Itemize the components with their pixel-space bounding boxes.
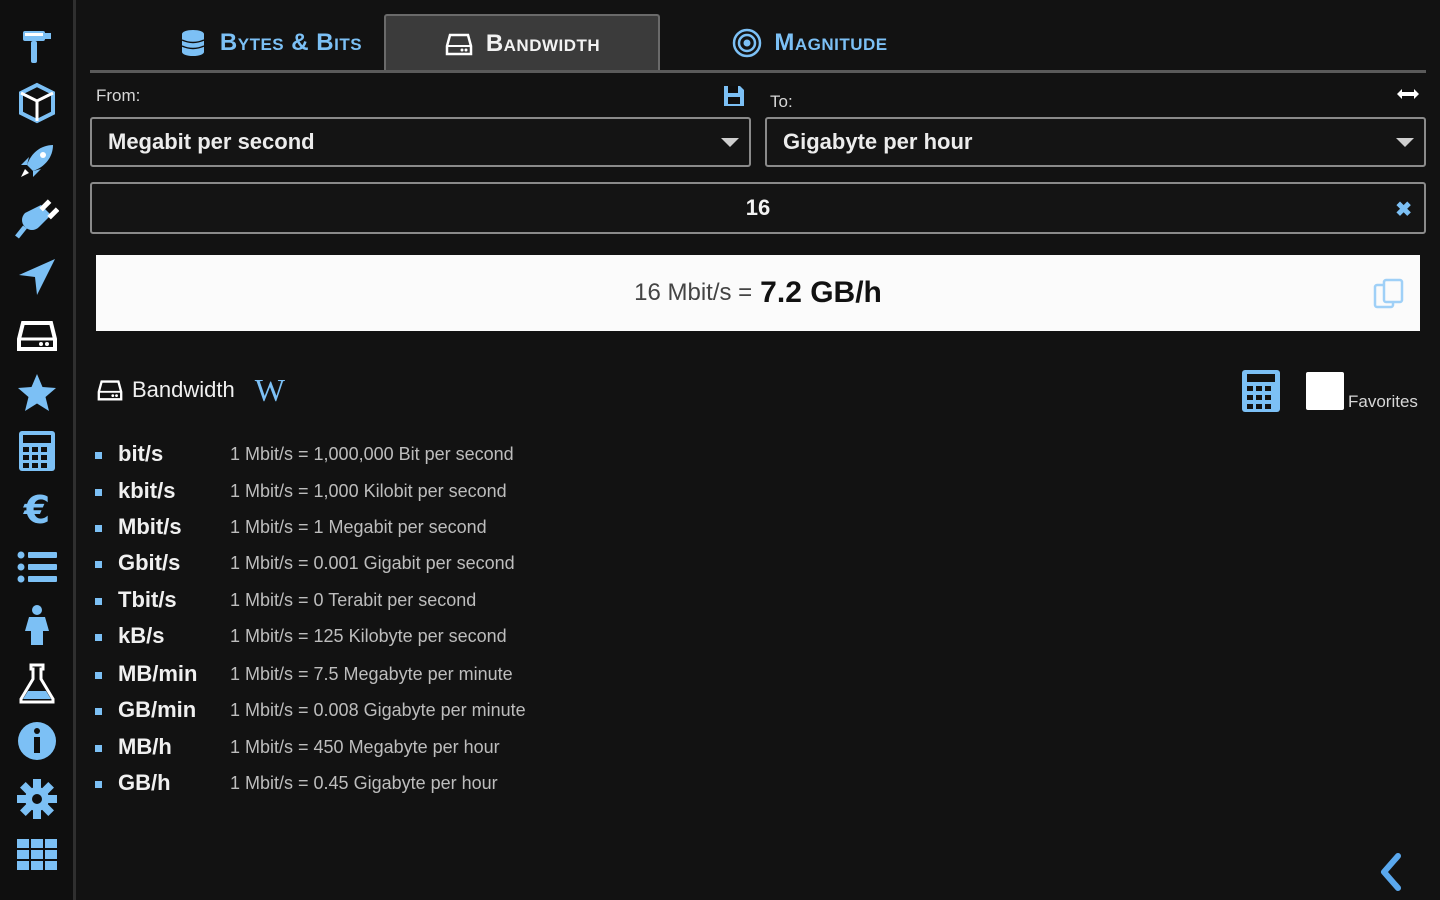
bullet (95, 745, 102, 752)
person-icon[interactable] (14, 602, 60, 648)
bullet (95, 708, 102, 715)
chevron-down-icon (1396, 138, 1414, 147)
unit-name: Tbit/s (118, 587, 177, 612)
rocket-icon[interactable] (14, 138, 60, 184)
unit-equivalence: 1 Mbit/s = 1,000 Kilobit per second (230, 481, 507, 501)
tab-magnitude[interactable]: Magnitude (710, 14, 910, 72)
unit-name: GB/min (118, 697, 197, 722)
list-item[interactable]: Mbit/s 1 Mbit/s = 1 Megabit per second (90, 510, 790, 546)
from-unit-value: Megabit per second (108, 129, 315, 154)
copy-icon[interactable] (1372, 277, 1406, 311)
flask-icon[interactable] (14, 660, 60, 706)
favorites-checkbox[interactable] (1306, 372, 1344, 410)
bullet (95, 452, 102, 459)
to-unit-select[interactable]: Gigabyte per hour (765, 117, 1426, 167)
swap-arrows-icon[interactable] (1396, 86, 1420, 102)
result-display: 16 Mbit/s = 7.2 GB/h (96, 255, 1420, 331)
save-icon[interactable] (722, 84, 746, 108)
value-input[interactable]: 16 ✖ (90, 182, 1426, 234)
list-item[interactable]: kB/s 1 Mbit/s = 125 Kilobyte per second (90, 619, 790, 655)
result-rhs: 7.2 GB/h (760, 276, 882, 309)
unit-name: kbit/s (118, 478, 176, 503)
unit-equivalence: 1 Mbit/s = 0.008 Gigabyte per minute (230, 700, 526, 720)
list-item[interactable]: GB/min 1 Mbit/s = 0.008 Gigabyte per minu… (90, 693, 790, 729)
chevron-left-icon[interactable] (1376, 852, 1406, 892)
hard-drive-icon (445, 33, 473, 56)
main-panel: Bytes & Bits Bandwidth Magnitude From: T… (90, 0, 1426, 900)
value-input-text: 16 (745, 195, 771, 220)
calculator-icon[interactable] (14, 428, 60, 474)
unit-equivalence: 1 Mbit/s = 0 Terabit per second (230, 590, 477, 610)
unit-equivalence: 1 Mbit/s = 0.45 Gigabyte per hour (230, 773, 498, 793)
unit-name: GB/h (118, 770, 171, 795)
bullet (95, 781, 102, 788)
info-icon[interactable] (14, 718, 60, 764)
tab-bandwidth[interactable]: Bandwidth (384, 14, 660, 72)
bullet (95, 561, 102, 568)
section-title: Bandwidth (132, 377, 235, 402)
bullet (95, 672, 102, 679)
unit-equivalence: 1 Mbit/s = 0.001 Gigabit per second (230, 553, 515, 573)
from-label: From: (96, 86, 141, 105)
hard-drive-icon[interactable] (14, 312, 60, 358)
svg-text:€: € (23, 488, 50, 531)
list-icon[interactable] (14, 544, 60, 590)
tab-label: Bandwidth (485, 30, 601, 57)
database-icon (181, 30, 205, 56)
unit-equivalence: 1 Mbit/s = 125 Kilobyte per second (230, 626, 507, 646)
plug-icon[interactable] (14, 196, 60, 242)
tab-bytes-bits[interactable]: Bytes & Bits (150, 14, 390, 72)
result-lhs: 16 Mbit/s = (634, 279, 753, 306)
unit-equivalence: 1 Mbit/s = 1,000,000 Bit per second (230, 444, 514, 464)
location-arrow-icon[interactable] (14, 254, 60, 300)
to-label: To: (770, 92, 793, 111)
unit-equivalence: 1 Mbit/s = 450 Megabyte per hour (230, 737, 500, 757)
gear-icon[interactable] (14, 776, 60, 822)
list-item[interactable]: MB/h 1 Mbit/s = 450 Megabyte per hour (90, 730, 790, 766)
unit-name: kB/s (118, 623, 165, 648)
tab-label: Bytes & Bits (219, 29, 363, 56)
list-item[interactable]: Gbit/s 1 Mbit/s = 0.001 Gigabit per secon… (90, 546, 790, 582)
list-item[interactable]: MB/min 1 Mbit/s = 7.5 Megabyte per minute (90, 657, 790, 693)
bullet (95, 489, 102, 496)
list-item[interactable]: GB/h 1 Mbit/s = 0.45 Gigabyte per hour (90, 766, 790, 802)
tab-label: Magnitude (774, 29, 888, 56)
hard-drive-icon (97, 380, 123, 401)
chevron-down-icon (721, 138, 739, 147)
cube-icon[interactable] (14, 80, 60, 126)
euro-icon[interactable]: € (14, 486, 60, 532)
unit-equivalence: 1 Mbit/s = 1 Megabit per second (230, 517, 487, 537)
bullet (95, 525, 102, 532)
from-unit-select[interactable]: Megabit per second (90, 117, 751, 167)
unit-name: MB/h (118, 734, 172, 759)
list-item[interactable]: Tbit/s 1 Mbit/s = 0 Terabit per second (90, 583, 790, 619)
tab-bar: Bytes & Bits Bandwidth Magnitude (90, 12, 1426, 72)
grid-icon[interactable] (14, 832, 60, 878)
tab-divider (90, 70, 1426, 73)
target-icon (733, 28, 762, 58)
favorites-label: Favorites (1348, 392, 1418, 411)
section-header: Bandwidth W (96, 372, 285, 408)
calculator-icon[interactable] (1240, 368, 1282, 414)
star-icon[interactable] (14, 370, 60, 416)
to-unit-value: Gigabyte per hour (783, 129, 973, 154)
hammer-icon[interactable] (14, 22, 60, 68)
clear-icon[interactable]: ✖ (1395, 197, 1412, 222)
list-item[interactable]: kbit/s 1 Mbit/s = 1,000 Kilobit per secon… (90, 474, 790, 510)
unit-equivalence: 1 Mbit/s = 7.5 Megabyte per minute (230, 664, 513, 684)
unit-name: Gbit/s (118, 550, 181, 575)
list-item[interactable]: bit/s 1 Mbit/s = 1,000,000 Bit per second (90, 437, 790, 473)
bullet (95, 598, 102, 605)
unit-name: Mbit/s (118, 514, 182, 539)
unit-name: MB/min (118, 661, 198, 686)
sidebar: € (0, 0, 76, 900)
bullet (95, 634, 102, 641)
wikipedia-icon[interactable]: W (255, 372, 285, 409)
unit-name: bit/s (118, 441, 164, 466)
